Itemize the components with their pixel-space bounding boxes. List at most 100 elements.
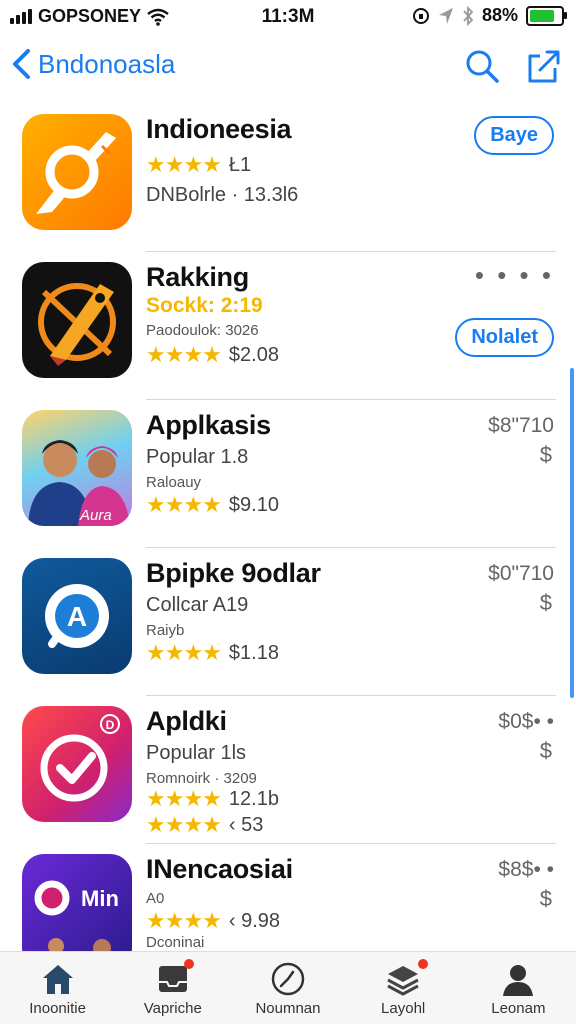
app-title: Indioneesia xyxy=(146,114,292,144)
layers-icon xyxy=(387,966,419,996)
tab-label: Noumnan xyxy=(255,1000,321,1017)
svg-text:Aura: Aura xyxy=(79,507,112,524)
nav-actions xyxy=(464,48,562,84)
app-list: Indioneesia ★★★★ Ł1 DNBolrle · 13.3l6 Ba… xyxy=(0,104,576,954)
rating-line: ★★★★ ‹ 9.98 xyxy=(146,908,280,934)
battery-icon xyxy=(526,5,567,26)
list-item[interactable]: D Apldki Popular 1ls Romnoirk · 3209 ★★★… xyxy=(0,696,576,844)
rating-text: $2.08 xyxy=(228,343,279,366)
person-icon xyxy=(503,965,534,996)
tab-home[interactable]: Inoonitie xyxy=(3,952,113,1024)
list-item[interactable]: Min INencaosiai A0 ★★★★ ‹ 9.98 Dconinai … xyxy=(0,844,576,954)
app-title: Rakking xyxy=(146,262,249,292)
app-icon: Min xyxy=(22,854,132,954)
icon-letter: A xyxy=(67,601,87,632)
status-right: 88% xyxy=(412,5,567,26)
app-detail: Dconinai xyxy=(146,934,205,951)
get-button[interactable]: Baye xyxy=(474,116,554,155)
tab-label: Layohl xyxy=(381,1000,426,1017)
app-detail: Raiyb xyxy=(146,622,185,639)
tab-label: Vapriche xyxy=(143,1000,202,1017)
rating-line: ★★★★ 12.1b xyxy=(146,786,279,812)
app-subtitle: Ł1 xyxy=(228,153,252,176)
rating-line: ★★★★ Ł1 xyxy=(146,152,251,178)
star-rating: ★★★★ xyxy=(146,152,222,177)
app-subtitle: A0 xyxy=(146,890,165,907)
list-item[interactable]: Indioneesia ★★★★ Ł1 DNBolrle · 13.3l6 Ba… xyxy=(0,104,576,252)
rating-line: ★★★★ $2.08 xyxy=(146,342,279,368)
battery-percent: 88% xyxy=(481,5,518,25)
app-title: Apldki xyxy=(146,706,227,736)
app-logo-icon xyxy=(38,283,116,366)
rating-text: 12.1b xyxy=(228,787,279,810)
scrollbar[interactable] xyxy=(570,368,574,698)
price-icon: $ xyxy=(539,442,552,467)
app-subtitle: Sockk: 2:19 xyxy=(146,294,263,317)
get-button[interactable]: Nolalet xyxy=(455,318,554,357)
clock-icon xyxy=(271,962,305,996)
price-icon: $ xyxy=(539,590,552,615)
app-title: Bpipke 9odlar xyxy=(146,558,321,588)
bluetooth-icon xyxy=(463,5,474,26)
tab-bar: Inoonitie Vapriche Noumnan Layohl Leonam xyxy=(0,951,576,1024)
lock-rotation-icon xyxy=(412,7,429,24)
app-icon: D xyxy=(22,706,132,822)
rating-text: $9.10 xyxy=(228,493,279,516)
list-item[interactable]: A Bpipke 9odlar Collcar A19 Raiyb ★★★★ $… xyxy=(0,548,576,696)
price-label[interactable]: $8"710 xyxy=(488,414,554,438)
tab-updates[interactable]: Vapriche xyxy=(118,952,228,1024)
share-icon[interactable] xyxy=(526,48,562,84)
notification-badge xyxy=(418,959,429,969)
notification-badge xyxy=(183,959,194,969)
tab-profile[interactable]: Leonam xyxy=(463,952,573,1024)
rating-line: ★★★★ $9.10 xyxy=(146,492,279,518)
location-icon xyxy=(438,7,453,24)
app-detail: Romnoirk · 3209 xyxy=(146,770,257,787)
icon-text: Min xyxy=(81,886,119,911)
checkmark-app-icon: D xyxy=(40,714,120,802)
app-icon: Aura xyxy=(22,410,132,526)
star-rating: ★★★★ xyxy=(146,786,222,811)
app-subtitle: Collcar A19 xyxy=(146,594,249,616)
more-button[interactable]: • • • • xyxy=(475,260,554,291)
price-label[interactable]: $0"710 xyxy=(488,562,554,586)
star-rating: ★★★★ xyxy=(146,640,222,665)
app-subtitle: Popular 1.8 xyxy=(146,446,249,468)
rating-text: ‹ 9.98 xyxy=(228,909,281,932)
app-logo-icon xyxy=(36,132,116,214)
list-item[interactable]: Aura Applkasis Popular 1.8 Raloauy ★★★★ … xyxy=(0,400,576,548)
back-label: Bndonoasla xyxy=(38,48,176,79)
app-detail: DNBolrle · 13.3l6 xyxy=(146,184,299,206)
price-icon: $ xyxy=(539,886,552,911)
rating-line: ★★★★ $1.18 xyxy=(146,640,279,666)
tab-apps[interactable]: Layohl xyxy=(348,952,458,1024)
star-rating: ★★★★ xyxy=(146,342,222,367)
app-logo-icon: Min xyxy=(34,880,119,954)
app-title: INencaosiai xyxy=(146,854,293,884)
rating-text: $1.18 xyxy=(228,641,279,664)
price-icon: $ xyxy=(539,738,552,763)
rating-line-secondary: ★★★★ ‹ 53 xyxy=(146,812,263,838)
price-label[interactable]: $8$• • xyxy=(498,858,554,882)
search-icon[interactable] xyxy=(464,48,500,84)
tab-clock[interactable]: Noumnan xyxy=(233,952,343,1024)
tab-label: Leonam xyxy=(491,1000,546,1017)
back-button[interactable]: Bndonoasla xyxy=(10,48,175,80)
status-bar: GOPSONEY 11:3M 88% xyxy=(0,0,576,36)
home-icon xyxy=(42,965,73,994)
star-rating: ★★★★ xyxy=(146,812,222,837)
app-detail: Raloauy xyxy=(146,474,202,491)
app-title: Applkasis xyxy=(146,410,271,440)
people-image-icon: Aura xyxy=(28,440,130,526)
navigation-bar: Bndonoasla xyxy=(0,40,576,96)
price-label[interactable]: $0$• • xyxy=(498,710,554,734)
rating-text: ‹ 53 xyxy=(228,813,264,836)
tab-label: Inoonitie xyxy=(29,1000,86,1017)
app-icon xyxy=(22,262,132,378)
list-item[interactable]: Rakking Sockk: 2:19 Paodoulok: 3026 ★★★★… xyxy=(0,252,576,400)
icon-badge: D xyxy=(106,718,115,732)
app-detail: Paodoulok: 3026 xyxy=(146,322,259,339)
chevron-left-icon xyxy=(13,49,30,79)
navigation-app-icon: A xyxy=(45,584,109,648)
star-rating: ★★★★ xyxy=(146,908,222,933)
